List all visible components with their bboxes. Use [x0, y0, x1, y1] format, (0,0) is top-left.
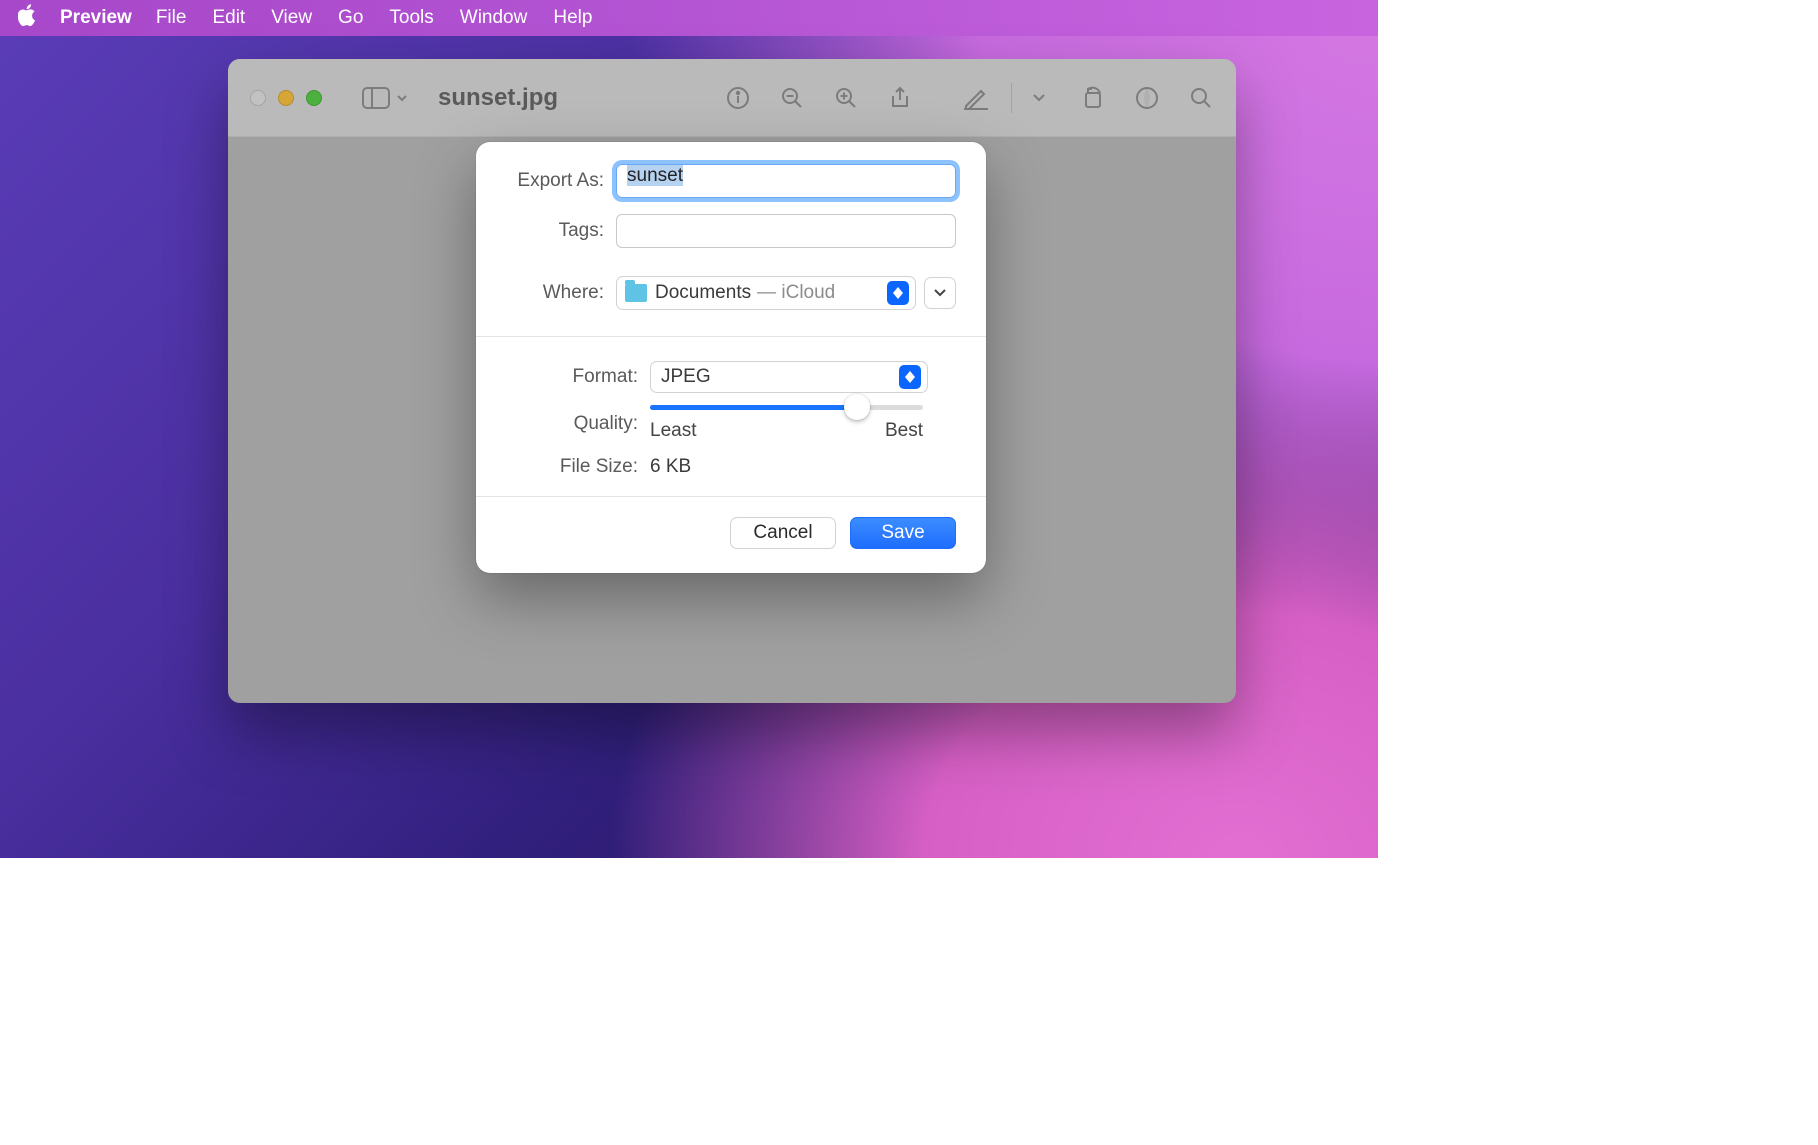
toolbar-divider [1011, 83, 1012, 113]
where-secondary: — iCloud [757, 282, 835, 304]
traffic-lights [250, 90, 322, 106]
quality-best-label: Best [885, 420, 923, 442]
minimize-button[interactable] [278, 90, 294, 106]
menu-go[interactable]: Go [338, 7, 363, 29]
quality-slider[interactable] [650, 405, 923, 410]
save-button[interactable]: Save [850, 517, 956, 549]
search-icon[interactable] [1188, 85, 1214, 111]
cancel-button[interactable]: Cancel [730, 517, 836, 549]
window-title: sunset.jpg [438, 84, 558, 112]
apple-icon[interactable] [18, 4, 38, 32]
folder-icon [625, 284, 647, 302]
file-size-value: 6 KB [650, 456, 691, 478]
format-value: JPEG [661, 366, 899, 388]
where-label: Where: [506, 282, 616, 304]
where-popup[interactable]: Documents — iCloud [616, 276, 916, 310]
menubar: Preview File Edit View Go Tools Window H… [0, 0, 1378, 36]
expand-button[interactable] [924, 277, 956, 309]
where-primary: Documents [655, 282, 751, 304]
zoom-button[interactable] [306, 90, 322, 106]
menu-edit[interactable]: Edit [212, 7, 245, 29]
info-icon[interactable] [725, 85, 751, 111]
rotate-icon[interactable] [1080, 85, 1106, 111]
chevron-down-icon[interactable] [1026, 85, 1052, 111]
tags-label: Tags: [506, 220, 616, 242]
zoom-in-icon[interactable] [833, 85, 859, 111]
quality-least-label: Least [650, 420, 696, 442]
export-filename-input[interactable]: sunset [616, 164, 956, 198]
menu-file[interactable]: File [156, 7, 187, 29]
markup-icon[interactable] [963, 85, 989, 111]
export-dialog: Export As: sunset Tags: Where: Documents… [476, 142, 986, 573]
format-label: Format: [506, 366, 650, 388]
menu-tools[interactable]: Tools [389, 7, 433, 29]
menu-window[interactable]: Window [460, 7, 528, 29]
titlebar: sunset.jpg [228, 59, 1236, 137]
tags-input[interactable] [616, 214, 956, 248]
up-down-icon [899, 365, 921, 389]
up-down-icon [887, 281, 909, 305]
menubar-app-name[interactable]: Preview [60, 7, 132, 29]
format-popup[interactable]: JPEG [650, 361, 928, 393]
sidebar-toggle[interactable] [362, 87, 408, 109]
file-size-label: File Size: [506, 456, 650, 478]
markup-tip-icon[interactable] [1134, 85, 1160, 111]
share-icon[interactable] [887, 85, 913, 111]
zoom-out-icon[interactable] [779, 85, 805, 111]
close-button[interactable] [250, 90, 266, 106]
export-as-label: Export As: [506, 170, 616, 192]
quality-label: Quality: [506, 413, 650, 435]
menu-view[interactable]: View [271, 7, 312, 29]
menu-help[interactable]: Help [553, 7, 592, 29]
